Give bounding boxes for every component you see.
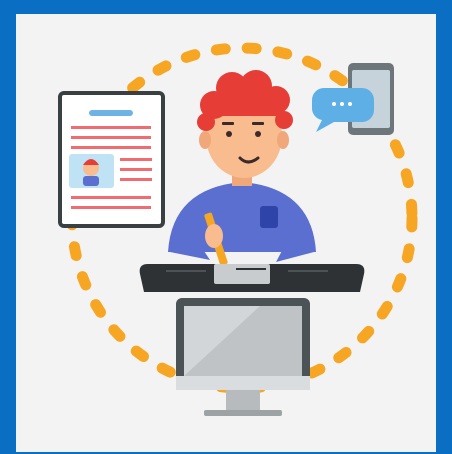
desk <box>139 264 365 292</box>
freelance-workflow-illustration <box>0 0 452 454</box>
paper-sheet <box>214 264 270 284</box>
resume-document-icon <box>58 91 165 228</box>
illustration-frame <box>0 0 452 454</box>
monitor-stand <box>226 390 260 412</box>
